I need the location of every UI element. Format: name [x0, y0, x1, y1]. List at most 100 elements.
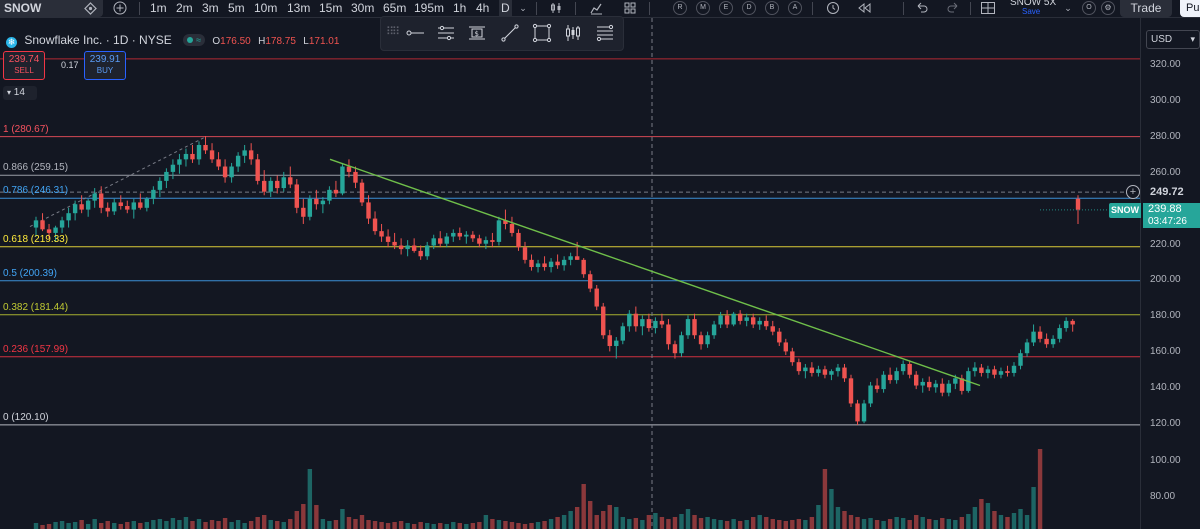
candle-body: [620, 326, 625, 341]
rectangle-icon[interactable]: [532, 23, 552, 43]
timeframe-1h[interactable]: 1h: [453, 0, 466, 17]
compare-diamond-icon[interactable]: [84, 2, 97, 15]
price-tick: 260.00: [1150, 166, 1181, 178]
fib-level-label: 0.866 (259.15): [3, 162, 69, 174]
parallel-channel-icon[interactable]: [436, 23, 456, 43]
indicators-toggle[interactable]: ▾ 14: [3, 86, 37, 100]
candle-body: [99, 193, 104, 208]
candle-body: [953, 378, 958, 384]
candle-body: [679, 335, 684, 354]
volume-bar: [907, 520, 912, 529]
candle-body: [346, 166, 352, 172]
volume-bar: [1024, 515, 1030, 529]
candle-body: [868, 385, 873, 404]
spread-value: 0.17: [61, 60, 79, 70]
buy-button[interactable]: 239.91 BUY: [84, 51, 126, 80]
candle-body: [203, 144, 208, 151]
alert-icon[interactable]: [825, 0, 841, 17]
drag-handle-icon[interactable]: ⠿⠿: [386, 25, 400, 38]
price-range-icon[interactable]: $: [467, 23, 487, 43]
currency-value: USD: [1151, 34, 1173, 45]
volume-bar: [1037, 449, 1043, 529]
timeframe-195m[interactable]: 195m: [414, 0, 444, 17]
undo-icon[interactable]: [914, 0, 930, 17]
horizontal-ray-icon[interactable]: [405, 23, 425, 43]
price-chart[interactable]: [0, 18, 1140, 529]
timeframe-5m[interactable]: 5m: [228, 0, 245, 17]
fullscreen-circle-button[interactable]: O: [1082, 1, 1096, 15]
candle-body: [685, 319, 691, 336]
candle-body: [496, 220, 502, 242]
candle-body: [659, 320, 665, 325]
candle-body: [33, 220, 39, 228]
fib-retracement-icon[interactable]: [595, 23, 615, 43]
sell-button[interactable]: 239.74 SELL: [3, 51, 45, 80]
timeframe-4h[interactable]: 4h: [476, 0, 489, 17]
volume-bar: [294, 511, 299, 529]
toolbar-divider: [536, 2, 537, 15]
timeframe-D[interactable]: D: [499, 0, 512, 17]
quick-button-r[interactable]: R: [673, 1, 687, 15]
candle-body: [724, 315, 730, 325]
volume-bar: [588, 501, 593, 529]
legend-title[interactable]: Snowflake Inc. · 1D · NYSE: [24, 33, 171, 47]
candle-body: [320, 200, 326, 205]
redo-icon[interactable]: [945, 0, 961, 17]
indicators-icon[interactable]: [588, 0, 604, 17]
candle-body: [268, 180, 273, 192]
volume-tick: 100.00: [1150, 455, 1181, 466]
layout-dropdown-icon[interactable]: ⌄: [1063, 0, 1073, 17]
candle-body: [920, 381, 925, 386]
add-symbol-icon[interactable]: [112, 0, 128, 17]
publish-button[interactable]: Pu: [1180, 0, 1200, 17]
volume-bar: [979, 499, 984, 529]
volume-bar: [868, 518, 873, 529]
timeframe-1m[interactable]: 1m: [150, 0, 167, 17]
replay-icon[interactable]: [856, 0, 872, 17]
candle-body: [777, 331, 782, 343]
candle-body: [229, 166, 234, 178]
trendline-segment[interactable]: [329, 158, 981, 387]
candle-body: [242, 150, 247, 156]
candle-body: [66, 213, 71, 221]
market-status-pill[interactable]: ≈: [183, 34, 206, 46]
timeframe-15m[interactable]: 15m: [319, 0, 342, 17]
candle-body: [170, 164, 176, 172]
timeframe-65m[interactable]: 65m: [383, 0, 406, 17]
layout-grid-icon[interactable]: [979, 0, 997, 17]
quick-button-e[interactable]: E: [719, 1, 733, 15]
chart-type-icon[interactable]: [548, 0, 564, 17]
trade-button[interactable]: Trade: [1120, 0, 1172, 17]
timeframe-10m[interactable]: 10m: [254, 0, 277, 17]
candle-body: [887, 374, 893, 381]
trendline[interactable]: [329, 158, 981, 387]
candle-body: [457, 232, 462, 237]
symbol-price-tag: SNOW: [1109, 203, 1141, 218]
bars-pattern-icon[interactable]: [563, 23, 583, 43]
volume-bar: [535, 522, 541, 529]
candle-body: [359, 182, 365, 203]
pill-wave-icon: ≈: [196, 35, 202, 45]
currency-select[interactable]: USD ▾: [1146, 30, 1200, 49]
candle-body: [477, 238, 482, 244]
quick-button-a[interactable]: A: [788, 1, 802, 15]
settings-circle-button[interactable]: ⚙: [1101, 1, 1115, 15]
timeframe-13m[interactable]: 13m: [287, 0, 310, 17]
timeframe-3m[interactable]: 3m: [202, 0, 219, 17]
fib-level-label: 0.382 (181.44): [3, 301, 69, 313]
quick-button-d[interactable]: D: [742, 1, 756, 15]
timeframe-dropdown-icon[interactable]: ⌄: [517, 0, 529, 17]
timeframe-30m[interactable]: 30m: [351, 0, 374, 17]
layout-save-link[interactable]: Save: [1022, 7, 1040, 16]
trendline-icon[interactable]: [500, 23, 520, 43]
volume-bar: [790, 520, 795, 529]
add-alert-plus-icon[interactable]: +: [1126, 185, 1140, 199]
quick-button-m[interactable]: M: [696, 1, 710, 15]
quick-button-b[interactable]: B: [765, 1, 779, 15]
candle-body: [1044, 338, 1049, 345]
templates-icon[interactable]: [622, 0, 638, 17]
symbol-search[interactable]: SNOW: [0, 0, 103, 17]
timeframe-2m[interactable]: 2m: [176, 0, 193, 17]
candle-body: [614, 340, 619, 347]
candle-body: [294, 184, 299, 208]
